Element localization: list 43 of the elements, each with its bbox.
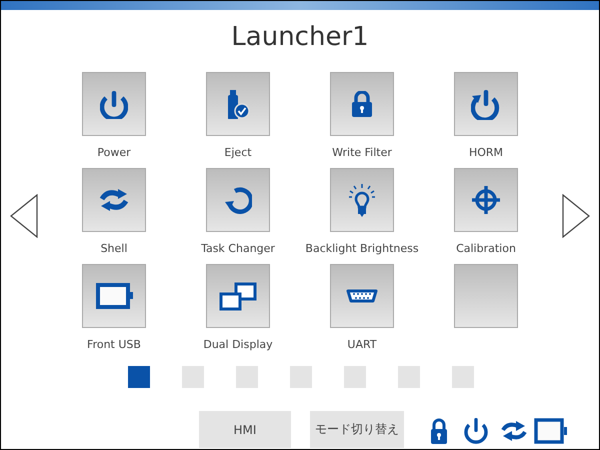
dual-display-icon <box>219 282 257 310</box>
sync-icon <box>99 188 129 212</box>
tile-label: Dual Display <box>203 338 273 351</box>
tile-label: Shell <box>100 242 128 255</box>
tablet-icon <box>94 283 134 309</box>
app-tile[interactable] <box>82 168 146 232</box>
tablet-icon[interactable] <box>534 418 568 444</box>
power-icon[interactable] <box>463 416 489 444</box>
app-tile[interactable] <box>206 264 270 328</box>
serial-port-icon <box>346 289 378 303</box>
right-arrow-icon[interactable] <box>562 194 590 238</box>
app-tile[interactable] <box>82 72 146 136</box>
tile-label: Eject <box>224 146 252 159</box>
tile-label: UART <box>347 338 377 351</box>
light-bulb-icon <box>348 182 376 218</box>
app-tile[interactable] <box>206 168 270 232</box>
app-tile[interactable] <box>206 72 270 136</box>
launcher-title: Launcher1 <box>230 21 370 54</box>
app-tile[interactable] <box>82 264 146 328</box>
power-restart-icon <box>471 88 501 120</box>
app-tile[interactable] <box>454 72 518 136</box>
lock-icon <box>351 90 373 118</box>
tile-label: Power <box>97 146 131 159</box>
rotate-icon <box>224 186 252 214</box>
tile-label: Task Changer <box>201 242 275 255</box>
mode-switch-button[interactable]: モード切り替え <box>310 411 404 448</box>
sync-icon[interactable] <box>501 418 527 442</box>
tile-label: Calibration <box>456 242 516 255</box>
power-icon <box>100 89 128 119</box>
tile-label: Write Filter <box>332 146 392 159</box>
tile-label: HORM <box>468 146 504 159</box>
app-tile[interactable] <box>454 168 518 232</box>
hmi-button[interactable]: HMI <box>199 411 291 448</box>
crosshair-icon <box>470 184 502 216</box>
tile-label: Front USB <box>87 338 141 351</box>
usb-drive-check-icon <box>226 89 250 119</box>
app-tile[interactable] <box>330 72 394 136</box>
app-tile[interactable] <box>454 264 518 328</box>
app-tile[interactable] <box>330 168 394 232</box>
lock-icon[interactable] <box>430 416 448 444</box>
left-arrow-icon[interactable] <box>10 194 38 238</box>
tile-label: Backlight Brightness <box>305 242 419 255</box>
app-tile[interactable] <box>330 264 394 328</box>
